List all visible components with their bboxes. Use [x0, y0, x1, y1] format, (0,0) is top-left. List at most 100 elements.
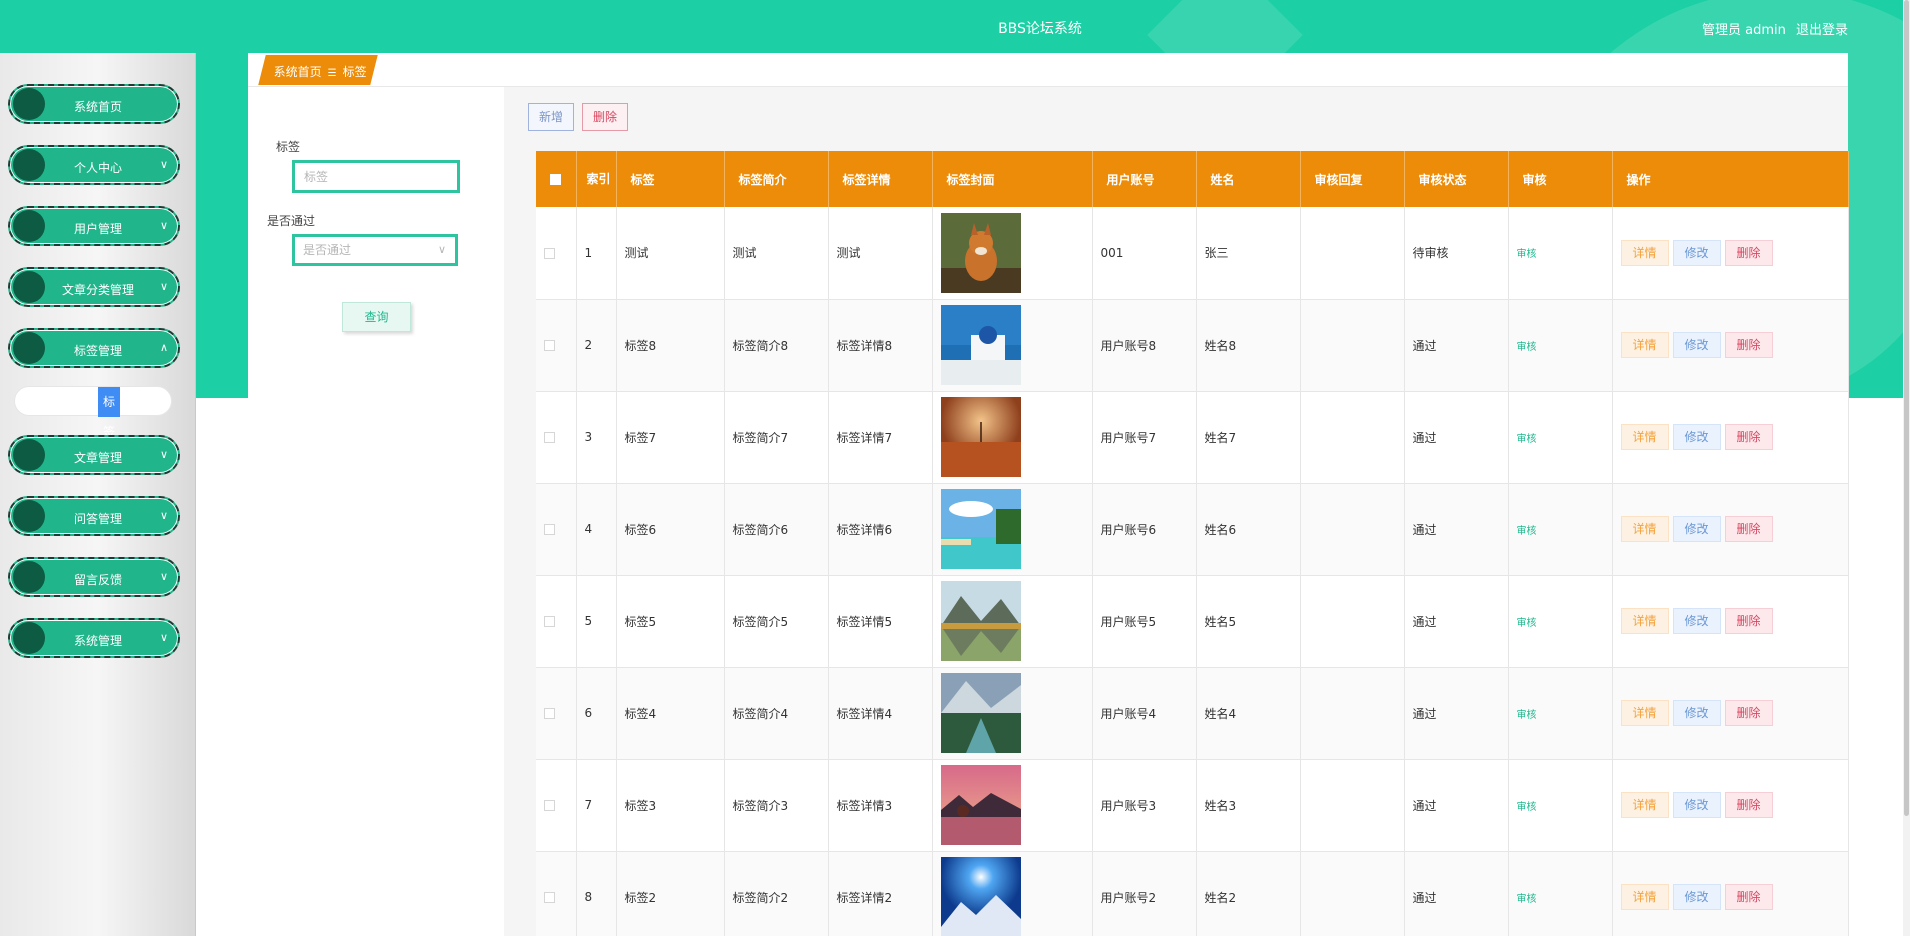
sidebar-item-label: 问答管理	[73, 512, 122, 526]
delete-button[interactable]: 删除	[1724, 424, 1773, 450]
query-button[interactable]: 查询	[342, 302, 411, 332]
view-button[interactable]: 详情	[1620, 332, 1669, 358]
view-button[interactable]: 详情	[1620, 516, 1669, 542]
cell-index: 6	[576, 667, 617, 760]
cell-intro: 标签简介6	[724, 483, 829, 576]
sidebar-item-label: 个人中心	[73, 161, 122, 175]
view-button[interactable]: 详情	[1620, 884, 1669, 910]
chevron-up-icon: ∧	[159, 341, 168, 354]
row-checkbox-cell[interactable]	[536, 207, 577, 300]
sidebar-item-article-category[interactable]: 文章分类管理 ∨	[8, 267, 180, 307]
row-checkbox[interactable]	[544, 340, 555, 351]
row-checkbox-cell[interactable]	[536, 299, 577, 392]
row-checkbox[interactable]	[544, 616, 555, 627]
batch-delete-button[interactable]: 删除	[582, 103, 628, 131]
view-button[interactable]: 详情	[1620, 700, 1669, 726]
cell-name: 姓名3	[1196, 759, 1301, 852]
row-checkbox[interactable]	[544, 247, 555, 259]
edit-button[interactable]: 修改	[1672, 332, 1721, 358]
row-checkbox[interactable]	[544, 892, 555, 903]
cell-name: 张三	[1196, 207, 1301, 300]
sidebar-item-label: 文章分类管理	[61, 283, 134, 297]
cell-tag: 标签3	[616, 759, 725, 852]
cell-status: 通过	[1404, 667, 1509, 760]
row-checkbox[interactable]	[544, 800, 555, 811]
sidebar-item-tag-management[interactable]: 标签管理 ∧	[8, 328, 180, 368]
cover-image	[940, 765, 1092, 845]
sidebar-item-personal-center[interactable]: 个人中心 ∨	[8, 145, 180, 185]
edit-button[interactable]: 修改	[1672, 516, 1721, 542]
delete-button[interactable]: 删除	[1724, 239, 1773, 266]
view-button[interactable]: 详情	[1620, 239, 1669, 266]
tag-label: 标签	[276, 140, 301, 154]
row-checkbox-cell[interactable]	[536, 483, 577, 576]
sidebar-item-article-management[interactable]: 文章管理 ∨	[8, 435, 180, 475]
tag-table: 索引 标签 标签简介 标签详情 标签封面 用户账号 姓名 审核回复 审核状态 审…	[536, 151, 1849, 936]
tag-input-wrapper	[292, 160, 460, 193]
cell-cover	[932, 207, 1093, 300]
row-checkbox-cell[interactable]	[536, 575, 577, 668]
cell-intro: 标签简介7	[724, 391, 829, 484]
table-row: 7 标签3 标签简介3 标签详情3 用户账号3 姓名3 通过 审核 详情 修改 删除	[536, 759, 1849, 852]
sidebar-item-system-management[interactable]: 系统管理 ∨	[8, 618, 180, 658]
audit-link[interactable]: 审核	[1517, 249, 1537, 260]
row-checkbox-cell[interactable]	[536, 851, 577, 936]
cell-index: 1	[576, 207, 617, 300]
row-checkbox[interactable]	[544, 708, 555, 719]
edit-button[interactable]: 修改	[1672, 792, 1721, 818]
edit-button[interactable]: 修改	[1672, 424, 1721, 450]
audit-link[interactable]: 审核	[1517, 894, 1537, 905]
audit-link[interactable]: 审核	[1517, 526, 1537, 537]
add-button[interactable]: 新增	[528, 103, 574, 131]
delete-button[interactable]: 删除	[1724, 516, 1773, 542]
cell-audit: 审核	[1508, 759, 1613, 852]
cell-account: 用户账号7	[1092, 391, 1197, 484]
view-button[interactable]: 详情	[1620, 424, 1669, 450]
delete-button[interactable]: 删除	[1724, 884, 1773, 910]
row-checkbox[interactable]	[544, 432, 555, 443]
logout-link[interactable]: 退出登录	[1796, 23, 1848, 38]
delete-button[interactable]: 删除	[1724, 608, 1773, 634]
edit-button[interactable]: 修改	[1672, 608, 1721, 634]
edit-button[interactable]: 修改	[1672, 700, 1721, 726]
tag-search-input[interactable]	[304, 163, 457, 190]
cell-actions: 详情 修改 删除	[1612, 759, 1849, 852]
user-label: 管理员 admin	[1701, 23, 1786, 38]
header-select-all[interactable]	[536, 151, 577, 207]
audit-link[interactable]: 审核	[1517, 618, 1537, 629]
audit-link[interactable]: 审核	[1517, 342, 1537, 353]
delete-button[interactable]: 删除	[1724, 700, 1773, 726]
row-checkbox[interactable]	[544, 524, 555, 535]
select-all-checkbox[interactable]	[550, 174, 561, 185]
sidebar-item-home[interactable]: 系统首页	[8, 84, 180, 124]
row-checkbox-cell[interactable]	[536, 667, 577, 760]
view-button[interactable]: 详情	[1620, 608, 1669, 634]
row-checkbox-cell[interactable]	[536, 391, 577, 484]
view-button[interactable]: 详情	[1620, 792, 1669, 818]
row-checkbox-cell[interactable]	[536, 759, 577, 852]
audit-link[interactable]: 审核	[1517, 710, 1537, 721]
cell-status: 待审核	[1404, 207, 1509, 300]
pass-select[interactable]: 是否通过 ∨	[292, 234, 458, 266]
cell-detail: 标签详情5	[828, 575, 933, 668]
cell-name: 姓名2	[1196, 851, 1301, 936]
cell-status: 通过	[1404, 483, 1509, 576]
page-scrollbar[interactable]	[1903, 0, 1910, 936]
cell-intro: 测试	[724, 207, 829, 300]
delete-button[interactable]: 删除	[1724, 332, 1773, 358]
edit-button[interactable]: 修改	[1672, 239, 1721, 266]
breadcrumb-home[interactable]: 系统首页	[274, 65, 322, 79]
sidebar-item-user-management[interactable]: 用户管理 ∨	[8, 206, 180, 246]
cover-image	[940, 673, 1092, 753]
sidebar-subitem-tag[interactable]: 标签	[14, 386, 172, 439]
audit-link[interactable]: 审核	[1517, 802, 1537, 813]
sidebar-item-qa-management[interactable]: 问答管理 ∨	[8, 496, 180, 536]
delete-button[interactable]: 删除	[1724, 792, 1773, 818]
edit-button[interactable]: 修改	[1672, 884, 1721, 910]
header-account: 用户账号	[1092, 151, 1197, 207]
sidebar-item-label: 标签管理	[73, 344, 122, 358]
sidebar-item-feedback[interactable]: 留言反馈 ∨	[8, 557, 180, 597]
cell-audit: 审核	[1508, 391, 1613, 484]
audit-link[interactable]: 审核	[1517, 434, 1537, 445]
cover-image	[940, 305, 1092, 385]
